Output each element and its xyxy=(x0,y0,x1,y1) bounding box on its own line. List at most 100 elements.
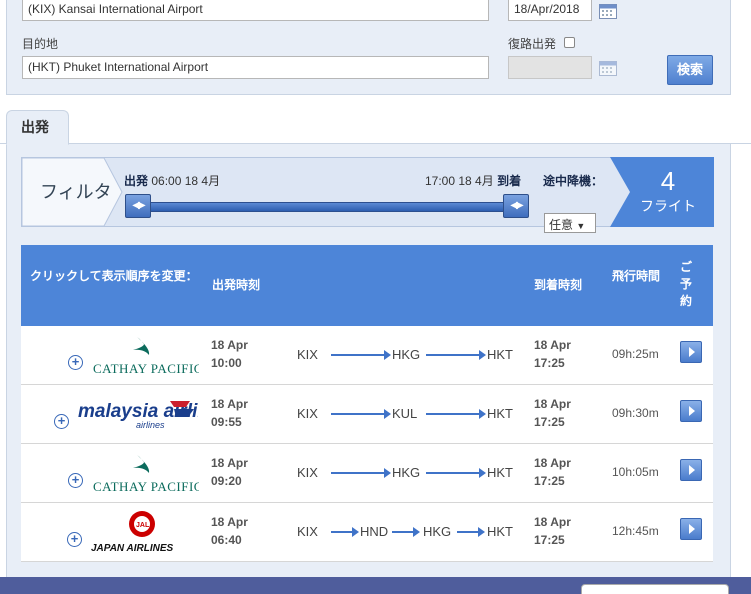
svg-text:CATHAY PACIFIC: CATHAY PACIFIC xyxy=(93,479,199,494)
calendar-icon xyxy=(599,61,617,76)
route-airport: HKG xyxy=(392,347,421,362)
route-arrow-icon xyxy=(426,409,486,419)
results-table-header: クリックして表示順序を変更： 出発時刻 到着時刻 飛行時間 ご予約 xyxy=(21,245,713,326)
arrival-range-label: 17:00 18 4月 到着 xyxy=(425,172,521,189)
chevron-down-icon: ▼ xyxy=(576,221,586,231)
slider-handle-right[interactable]: ◀▶ xyxy=(503,194,529,218)
header-book: ご予約 xyxy=(680,260,693,308)
return-checkbox[interactable] xyxy=(564,37,575,48)
route-arrow-icon xyxy=(331,409,391,419)
flight-count-unit: フライト xyxy=(640,198,696,214)
route-airport: KIX xyxy=(297,347,318,362)
dep-date: 18 Apr xyxy=(211,456,248,470)
cathay-pacific-logo: CATHAY PACIFIC xyxy=(93,337,199,376)
route-airport: HKT xyxy=(487,347,513,362)
dep-date: 18 Apr xyxy=(211,515,248,529)
destination-field[interactable]: (HKT) Phuket International Airport xyxy=(22,56,489,79)
dep-date: 18 Apr xyxy=(211,397,248,411)
route-arrow-icon xyxy=(457,527,485,537)
header-duration[interactable]: 飛行時間 xyxy=(612,268,660,285)
arr-time: 17:25 xyxy=(534,415,565,429)
route-airport: KIX xyxy=(297,465,318,480)
arrival-suffix: 到着 xyxy=(497,174,522,188)
arr-date: 18 Apr xyxy=(534,397,571,411)
departure-datetime: 18 Apr 10:00 xyxy=(211,336,248,372)
arr-time: 17:25 xyxy=(534,356,565,370)
depart-date-field[interactable]: 18/Apr/2018 xyxy=(508,0,592,21)
dep-time: 09:55 xyxy=(211,415,242,429)
route-arrow-icon xyxy=(392,527,420,537)
results-table-body: + CATHAY PACIFIC 18 Apr 10:00 KIX HKG HKT… xyxy=(21,326,713,562)
route-airport: KIX xyxy=(297,406,318,421)
dep-time: 06:40 xyxy=(211,533,242,547)
svg-text:airlines: airlines xyxy=(136,420,165,430)
expand-icon[interactable]: + xyxy=(68,473,83,488)
arrival-datetime: 18 Apr 17:25 xyxy=(534,513,571,549)
stopover-select[interactable]: 任意 ▼ xyxy=(544,213,596,233)
departure-prefix: 出発 xyxy=(124,174,149,188)
dep-date: 18 Apr xyxy=(211,338,248,352)
destination-label: 目的地 xyxy=(22,37,59,51)
route-arrow-icon xyxy=(331,527,359,537)
arr-date: 18 Apr xyxy=(534,338,571,352)
route-airport: HKT xyxy=(487,406,513,421)
stopover-label: 途中降機： xyxy=(543,174,604,188)
table-row[interactable]: + CATHAY PACIFIC 18 Apr 09:20 KIX HKG HKT… xyxy=(21,444,713,503)
departure-time: 06:00 18 4月 xyxy=(151,174,221,188)
sort-hint: クリックして表示順序を変更： xyxy=(30,269,198,283)
flight-duration: 09h:30m xyxy=(612,406,659,420)
route-airport: HKG xyxy=(423,524,452,539)
tab-departure[interactable]: 出発 xyxy=(6,110,69,145)
route-airport: HKT xyxy=(487,465,513,480)
filter-bar: フィルタ 出発 06:00 18 4月 17:00 18 4月 到着 ◀▶ ◀▶… xyxy=(21,157,714,233)
dep-time: 10:00 xyxy=(211,356,242,370)
book-button[interactable] xyxy=(680,400,702,422)
cathay-pacific-logo: CATHAY PACIFIC xyxy=(93,455,199,494)
time-range-slider[interactable] xyxy=(126,202,526,212)
route-arrow-icon xyxy=(331,350,391,360)
arrival-datetime: 18 Apr 17:25 xyxy=(534,336,571,372)
arrival-datetime: 18 Apr 17:25 xyxy=(534,395,571,431)
dep-time: 09:20 xyxy=(211,474,242,488)
departure-datetime: 18 Apr 09:55 xyxy=(211,395,248,431)
expand-icon[interactable]: + xyxy=(68,355,83,370)
arr-date: 18 Apr xyxy=(534,456,571,470)
table-row[interactable]: + CATHAY PACIFIC 18 Apr 10:00 KIX HKG HKT… xyxy=(21,326,713,385)
route-arrow-icon xyxy=(331,468,391,478)
expand-icon[interactable]: + xyxy=(54,414,69,429)
stopover-value: 任意 xyxy=(549,218,574,232)
malaysia-airlines-logo: malaysia airlines airlines xyxy=(78,401,198,430)
departure-datetime: 18 Apr 06:40 xyxy=(211,513,248,549)
arrival-time: 17:00 18 4月 xyxy=(425,174,494,188)
header-departure[interactable]: 出発時刻 xyxy=(212,277,260,294)
footer-button[interactable] xyxy=(581,584,729,594)
return-label: 復路出発 xyxy=(508,37,557,51)
flight-count: 4 xyxy=(660,166,676,196)
book-button[interactable] xyxy=(680,341,702,363)
arrival-datetime: 18 Apr 17:25 xyxy=(534,454,571,490)
table-row[interactable]: + malaysia airlines airlines 18 Apr 09:55… xyxy=(21,385,713,444)
search-button[interactable]: 検索 xyxy=(667,55,713,85)
book-button[interactable] xyxy=(680,518,702,540)
svg-text:JAL: JAL xyxy=(136,522,150,529)
svg-text:JAPAN AIRLINES: JAPAN AIRLINES xyxy=(91,543,174,554)
origin-field[interactable]: (KIX) Kansai International Airport xyxy=(22,0,489,21)
filter-title: フィルタ xyxy=(40,182,112,202)
flight-duration: 09h:25m xyxy=(612,347,659,361)
route-arrow-icon xyxy=(426,350,486,360)
calendar-icon[interactable] xyxy=(599,2,617,19)
route-airport: KUL xyxy=(392,406,418,421)
expand-icon[interactable]: + xyxy=(67,532,82,547)
departure-range-label: 出発 06:00 18 4月 xyxy=(124,172,220,189)
return-date-field xyxy=(508,56,592,79)
flight-duration: 12h:45m xyxy=(612,524,659,538)
search-panel: (KIX) Kansai International Airport 18/Ap… xyxy=(6,0,731,95)
book-button[interactable] xyxy=(680,459,702,481)
slider-handle-left[interactable]: ◀▶ xyxy=(125,194,151,218)
table-row[interactable]: + JAL JAPAN AIRLINES 18 Apr 06:40 KIX HND… xyxy=(21,503,713,562)
route-airport: HKT xyxy=(487,524,513,539)
arr-time: 17:25 xyxy=(534,474,565,488)
header-arrival[interactable]: 到着時刻 xyxy=(534,277,582,294)
arr-time: 17:25 xyxy=(534,533,565,547)
japan-airlines-logo: JAL JAPAN AIRLINES xyxy=(91,511,174,554)
